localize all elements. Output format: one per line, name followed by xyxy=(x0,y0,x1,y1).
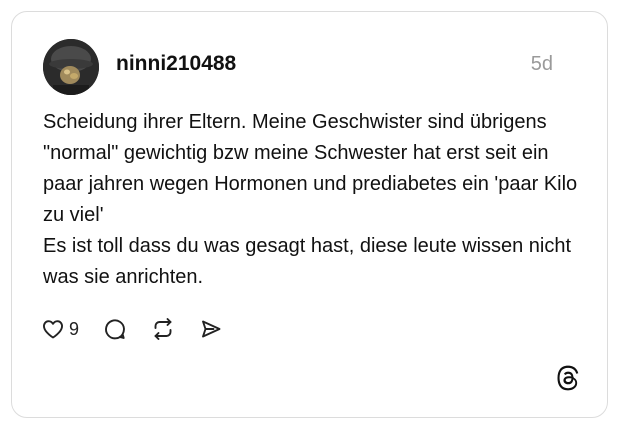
post-card: ninni210488 5d Scheidung ihrer Eltern. M… xyxy=(11,11,608,418)
avatar-image xyxy=(43,39,99,95)
avatar[interactable] xyxy=(43,39,99,95)
heart-icon xyxy=(43,320,63,339)
like-button[interactable]: 9 xyxy=(41,317,79,341)
comment-icon xyxy=(105,319,125,340)
repost-button[interactable] xyxy=(151,317,175,341)
like-count: 9 xyxy=(69,319,80,339)
post-timestamp: 5d xyxy=(530,53,553,75)
share-button[interactable] xyxy=(199,317,223,341)
send-icon xyxy=(202,320,221,338)
post-body: Scheidung ihrer Eltern. Meine Geschwiste… xyxy=(43,111,578,288)
reply-button[interactable] xyxy=(103,317,127,341)
username[interactable]: ninni210488 xyxy=(116,51,236,77)
repost-icon xyxy=(154,318,172,340)
threads-logo-icon xyxy=(555,365,581,391)
post-actions: 9 xyxy=(41,314,223,344)
